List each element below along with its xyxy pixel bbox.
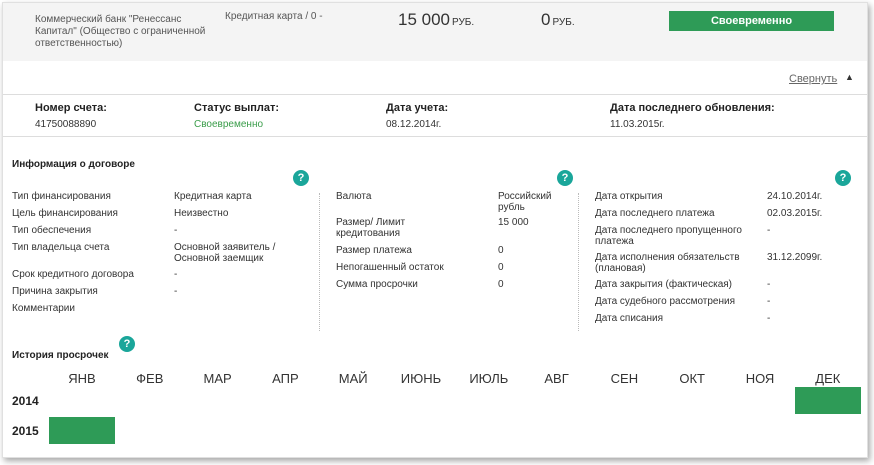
field-value: 0 <box>498 262 504 273</box>
account-header-bar[interactable]: Коммерческий банк "Ренессанс Капитал" (О… <box>3 3 867 61</box>
field-label: Тип финансирования <box>12 191 111 202</box>
column-separator <box>578 193 579 331</box>
product-type: Кредитная карта / 0 - <box>225 11 323 22</box>
field-label: Тип владельца счета <box>12 242 110 253</box>
history-cell-on-time[interactable] <box>794 387 861 414</box>
year-label: 2015 <box>12 424 39 438</box>
help-icon[interactable]: ? <box>557 170 573 186</box>
field-label: Комментарии <box>12 303 75 314</box>
outstanding-balance: 0 РУБ. <box>541 10 575 30</box>
last-update-label: Дата последнего обновления: <box>610 102 775 114</box>
field-label: Дата исполнения обязательств (плановая) <box>595 252 740 274</box>
month-header: ФЕВ <box>136 371 164 386</box>
field-value: - <box>767 279 771 290</box>
month-header: АПР <box>272 371 299 386</box>
month-header: ИЮНЬ <box>400 371 442 386</box>
field-value: Кредитная карта <box>174 191 252 202</box>
credit-limit: 15 000 РУБ. <box>398 10 474 30</box>
field-label: Дата списания <box>595 313 664 324</box>
field-value: - <box>767 313 771 324</box>
month-header: АВГ <box>544 371 569 386</box>
field-value: Неизвестно <box>174 208 229 219</box>
contract-info-title: Информация о договоре <box>12 159 135 170</box>
field-label: Цель финансирования <box>12 208 118 219</box>
help-icon[interactable]: ? <box>119 336 135 352</box>
field-value: 31.12.2099г. <box>767 252 823 263</box>
field-label: Дата последнего платежа <box>595 208 715 219</box>
field-label: Дата открытия <box>595 191 663 202</box>
field-label: Валюта <box>336 191 372 202</box>
account-number-value: 41750088890 <box>35 119 97 130</box>
field-label: Тип обеспечения <box>12 225 92 236</box>
field-value: - <box>174 225 178 236</box>
month-header: МАР <box>203 371 232 386</box>
balance-value: 0 <box>541 10 551 29</box>
last-update-value: 11.03.2015г. <box>610 119 665 130</box>
year-label: 2014 <box>12 394 39 408</box>
credit-limit-value: 15 000 <box>398 10 450 29</box>
field-value: - <box>767 225 771 236</box>
month-header: НОЯ <box>745 371 775 386</box>
history-cell-on-time[interactable] <box>49 417 115 444</box>
field-value: 02.03.2015г. <box>767 208 823 219</box>
field-label: Сумма просрочки <box>336 279 418 290</box>
collapse-link[interactable]: Свернуть <box>789 73 837 85</box>
record-date-label: Дата учета: <box>386 102 449 114</box>
field-label: Дата последнего пропущенного платежа <box>595 225 742 247</box>
field-value: 0 <box>498 245 504 256</box>
credit-report-panel: Коммерческий банк "Ренессанс Капитал" (О… <box>2 2 868 458</box>
field-label: Размер/ Лимит кредитования <box>336 217 406 239</box>
field-label: Размер платежа <box>336 245 412 256</box>
field-label: Причина закрытия <box>12 286 98 297</box>
help-icon[interactable]: ? <box>835 170 851 186</box>
month-header: ЯНВ <box>68 371 96 386</box>
payment-status-label: Статус выплат: <box>194 102 280 114</box>
delinquency-history-title: История просрочек <box>12 350 109 361</box>
collapse-arrow-icon[interactable]: ▲ <box>845 72 854 82</box>
field-value: 24.10.2014г. <box>767 191 823 202</box>
field-value: 0 <box>498 279 504 290</box>
field-value: Российский рубль <box>498 191 552 213</box>
payment-status-value: Своевременно <box>194 119 264 130</box>
field-value: - <box>767 296 771 307</box>
month-header: ДЕК <box>815 371 841 386</box>
field-value: - <box>174 286 178 297</box>
record-date-value: 08.12.2014г. <box>386 119 442 130</box>
field-value: - <box>174 269 178 280</box>
field-value: 15 000 <box>498 217 529 228</box>
field-value: Основной заявитель / Основной заемщик <box>174 242 276 264</box>
month-header: СЕН <box>610 371 639 386</box>
balance-currency: РУБ. <box>552 17 575 28</box>
divider <box>3 136 867 137</box>
account-number-label: Номер счета: <box>35 102 107 114</box>
credit-limit-currency: РУБ. <box>452 17 475 28</box>
field-label: Непогашенный остаток <box>336 262 444 273</box>
month-header: ОКТ <box>679 371 705 386</box>
field-label: Дата судебного рассмотрения <box>595 296 736 307</box>
month-header: ИЮЛЬ <box>469 371 509 386</box>
divider <box>3 94 867 95</box>
help-icon[interactable]: ? <box>293 170 309 186</box>
column-separator <box>319 193 320 331</box>
bank-name: Коммерческий банк "Ренессанс Капитал" (О… <box>35 14 206 49</box>
payment-status-button[interactable]: Своевременно <box>669 11 834 31</box>
field-label: Дата закрытия (фактическая) <box>595 279 732 290</box>
month-header: МАЙ <box>338 371 368 386</box>
field-label: Срок кредитного договора <box>12 269 134 280</box>
